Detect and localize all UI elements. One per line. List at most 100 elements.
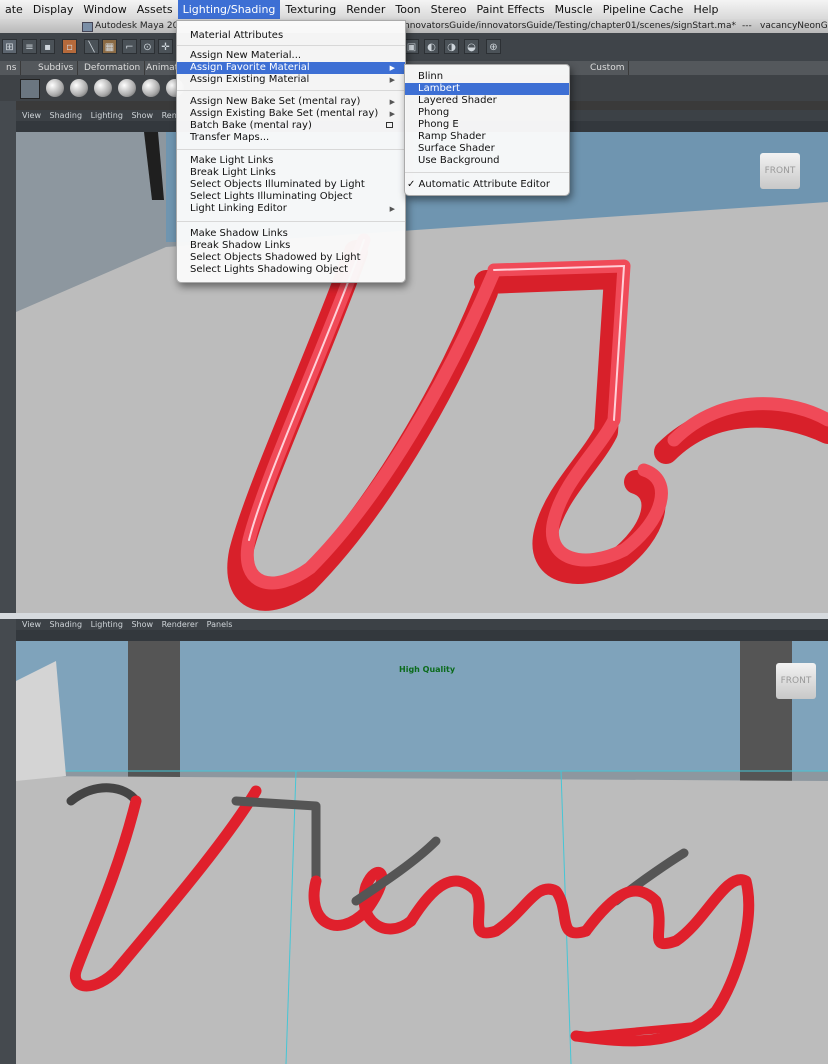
submenu-item-ramp-shader[interactable]: Ramp Shader: [405, 131, 569, 143]
material-ball-icon[interactable]: [142, 79, 160, 97]
batch-bake-item[interactable]: Batch Bake (mental ray): [177, 120, 405, 132]
submenu-item-surface-shader[interactable]: Surface Shader: [405, 143, 569, 155]
window-titlebar: Autodesk Maya 20 nnovatorsGuide/innovato…: [0, 19, 828, 33]
submenu-item-phong-e[interactable]: Phong E: [405, 119, 569, 131]
move-icon[interactable]: ✛: [158, 39, 173, 54]
material-attributes-item[interactable]: Material Attributes: [177, 30, 405, 42]
title-app-name: Autodesk Maya 20: [95, 21, 179, 31]
vp-bottom-menu-lighting[interactable]: Lighting: [91, 620, 123, 629]
column-right: [740, 641, 792, 781]
submenu-arrow-icon: ▶: [389, 205, 395, 213]
menu-texturing[interactable]: Texturing: [280, 0, 341, 19]
menu-render[interactable]: Render: [341, 0, 390, 19]
submenu-item-phong[interactable]: Phong: [405, 107, 569, 119]
title-file-path: nnovatorsGuide/innovatorsGuide/Testing/c…: [404, 21, 736, 31]
submenu-item-use-background[interactable]: Use Background: [405, 155, 569, 167]
top-scene: [16, 132, 828, 613]
render-settings-icon[interactable]: ◑: [444, 39, 459, 54]
menu-display[interactable]: Display: [28, 0, 79, 19]
select-lights-shadowing-item[interactable]: Select Lights Shadowing Object: [177, 264, 405, 276]
submenu-arrow-icon: ▶: [389, 98, 395, 106]
menu-assets[interactable]: Assets: [132, 0, 178, 19]
status-line: ⊞ ≡ ▪ ▫ ╲ ▦ ⌐ ⊙ ✛ ▣ ◐ ◑ ◒ ⊕ X: Y: Z:: [0, 33, 828, 86]
submenu-item-lambert[interactable]: Lambert: [405, 83, 569, 95]
tab-subdivs[interactable]: Subdivs: [34, 61, 79, 75]
column-left: [128, 641, 180, 781]
vp-top-menu-renderer[interactable]: Ren: [162, 111, 177, 120]
snap-point-icon[interactable]: ⌐: [122, 39, 137, 54]
vp-top-menu-lighting[interactable]: Lighting: [91, 111, 123, 120]
render-icon[interactable]: ▣: [404, 39, 419, 54]
transfer-maps-item[interactable]: Transfer Maps...: [177, 132, 405, 144]
select-objects-illuminated-item[interactable]: Select Objects Illuminated by Light: [177, 179, 405, 191]
material-ball-icon[interactable]: [70, 79, 88, 97]
hypershade-shelf-icon[interactable]: [20, 79, 40, 99]
make-shadow-links-item[interactable]: Make Shadow Links: [177, 228, 405, 240]
submenu-item-automatic-attribute-editor[interactable]: ✓ Automatic Attribute Editor: [405, 179, 569, 191]
break-light-links-item[interactable]: Break Light Links: [177, 167, 405, 179]
make-light-links-item[interactable]: Make Light Links: [177, 155, 405, 167]
vp-bottom-menu-view[interactable]: View: [22, 620, 41, 629]
menu-pipeline-cache[interactable]: Pipeline Cache: [598, 0, 689, 19]
snap-view-icon[interactable]: ⊙: [140, 39, 155, 54]
break-shadow-links-item[interactable]: Break Shadow Links: [177, 240, 405, 252]
object-mode-icon[interactable]: ▪: [40, 39, 55, 54]
menu-muscle[interactable]: Muscle: [550, 0, 598, 19]
view-cube[interactable]: FRONT: [776, 663, 816, 699]
menu-help[interactable]: Help: [688, 0, 723, 19]
left-toolbox: [0, 101, 16, 1064]
tab-deformation[interactable]: Deformation: [80, 61, 146, 75]
select-lights-illuminating-item[interactable]: Select Lights Illuminating Object: [177, 191, 405, 203]
submenu-arrow-icon: ▶: [389, 110, 395, 118]
menu-paint-effects[interactable]: Paint Effects: [472, 0, 550, 19]
transform-mode-icon[interactable]: ⊕: [486, 39, 501, 54]
break-light-links-label: Break Light Links: [190, 167, 276, 178]
assign-new-material-label: Assign New Material...: [190, 50, 302, 61]
title-separator: ---: [742, 21, 752, 31]
tab-custom[interactable]: Custom: [586, 61, 630, 75]
viewport-bottom[interactable]: View Shading Lighting Show Renderer Pane…: [16, 619, 828, 1064]
assign-existing-bake-set-item[interactable]: Assign Existing Bake Set (mental ray) ▶: [177, 108, 405, 120]
option-box-icon[interactable]: [386, 122, 393, 128]
assign-favorite-material-item[interactable]: Assign Favorite Material ▶: [177, 62, 405, 74]
menu-window[interactable]: Window: [78, 0, 131, 19]
assign-new-bake-set-item[interactable]: Assign New Bake Set (mental ray) ▶: [177, 96, 405, 108]
assign-existing-material-item[interactable]: Assign Existing Material ▶: [177, 74, 405, 86]
material-ball-icon[interactable]: [46, 79, 64, 97]
select-mode-icon[interactable]: ⊞: [2, 39, 17, 54]
vp-bottom-menu-show[interactable]: Show: [131, 620, 153, 629]
vp-top-menu-shading[interactable]: Shading: [50, 111, 83, 120]
component-mode-icon[interactable]: ▫: [62, 39, 77, 54]
menu-lighting-shading[interactable]: Lighting/Shading: [177, 0, 281, 19]
ipr-icon[interactable]: ◐: [424, 39, 439, 54]
vp-bottom-menu-panels[interactable]: Panels: [207, 620, 233, 629]
menu-create[interactable]: ate: [0, 0, 28, 19]
view-cube[interactable]: FRONT: [760, 153, 800, 189]
make-light-links-label: Make Light Links: [190, 155, 274, 166]
select-objects-shadowed-item[interactable]: Select Objects Shadowed by Light: [177, 252, 405, 264]
snap-grid-icon[interactable]: ▦: [102, 39, 117, 54]
assign-new-material-item[interactable]: Assign New Material...: [177, 50, 405, 62]
favorite-material-submenu: Blinn Lambert Layered Shader Phong Phong…: [404, 64, 570, 196]
menu-separator: [405, 172, 569, 173]
material-ball-icon[interactable]: [118, 79, 136, 97]
hypershade-icon[interactable]: ◒: [464, 39, 479, 54]
vp-top-menu-show[interactable]: Show: [131, 111, 153, 120]
high-quality-label: High Quality: [399, 665, 456, 674]
submenu-item-layered-shader[interactable]: Layered Shader: [405, 95, 569, 107]
menu-stereo[interactable]: Stereo: [426, 0, 472, 19]
submenu-item-blinn[interactable]: Blinn: [405, 71, 569, 83]
vp-top-menu-view[interactable]: View: [22, 111, 41, 120]
menu-toon[interactable]: Toon: [390, 0, 425, 19]
tab-polygons[interactable]: ns: [2, 61, 22, 75]
light-linking-editor-item[interactable]: Light Linking Editor ▶: [177, 203, 405, 215]
batch-bake-label: Batch Bake (mental ray): [190, 120, 312, 131]
material-ball-icon[interactable]: [94, 79, 112, 97]
hierarchy-icon[interactable]: ≡: [22, 39, 37, 54]
menu-separator: [177, 221, 405, 222]
vp-bottom-menu-renderer[interactable]: Renderer: [162, 620, 199, 629]
snap-curve-icon[interactable]: ╲: [84, 39, 99, 54]
vp-bottom-menu-shading[interactable]: Shading: [50, 620, 83, 629]
assign-existing-material-label: Assign Existing Material: [190, 74, 310, 85]
main-menubar: ate Display Window Assets Lighting/Shadi…: [0, 0, 828, 20]
